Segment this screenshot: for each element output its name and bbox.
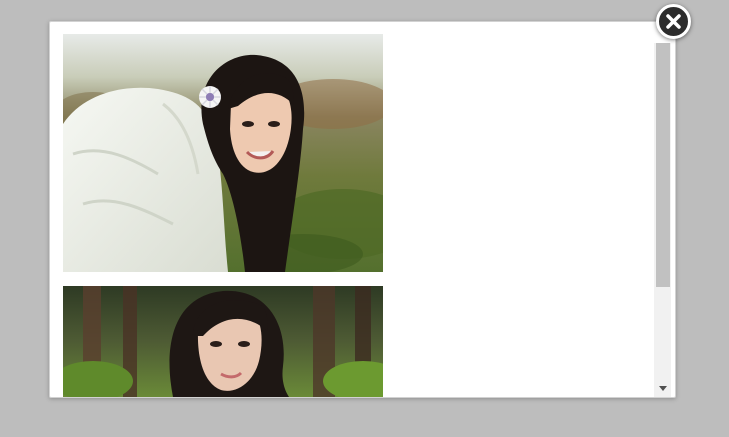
lightbox-modal [49,21,676,398]
scroll-down-arrow-icon[interactable] [654,382,671,394]
photo-girl-forest [63,286,383,397]
lightbox-content [50,22,654,397]
gallery-image-1[interactable] [63,34,383,272]
gallery-image-2[interactable] [63,286,383,397]
close-icon [666,14,681,29]
vertical-scrollbar[interactable] [654,43,671,397]
scrollbar-thumb[interactable] [656,43,670,287]
close-button[interactable] [656,4,691,39]
photo-girl-white-jacket [63,34,383,272]
